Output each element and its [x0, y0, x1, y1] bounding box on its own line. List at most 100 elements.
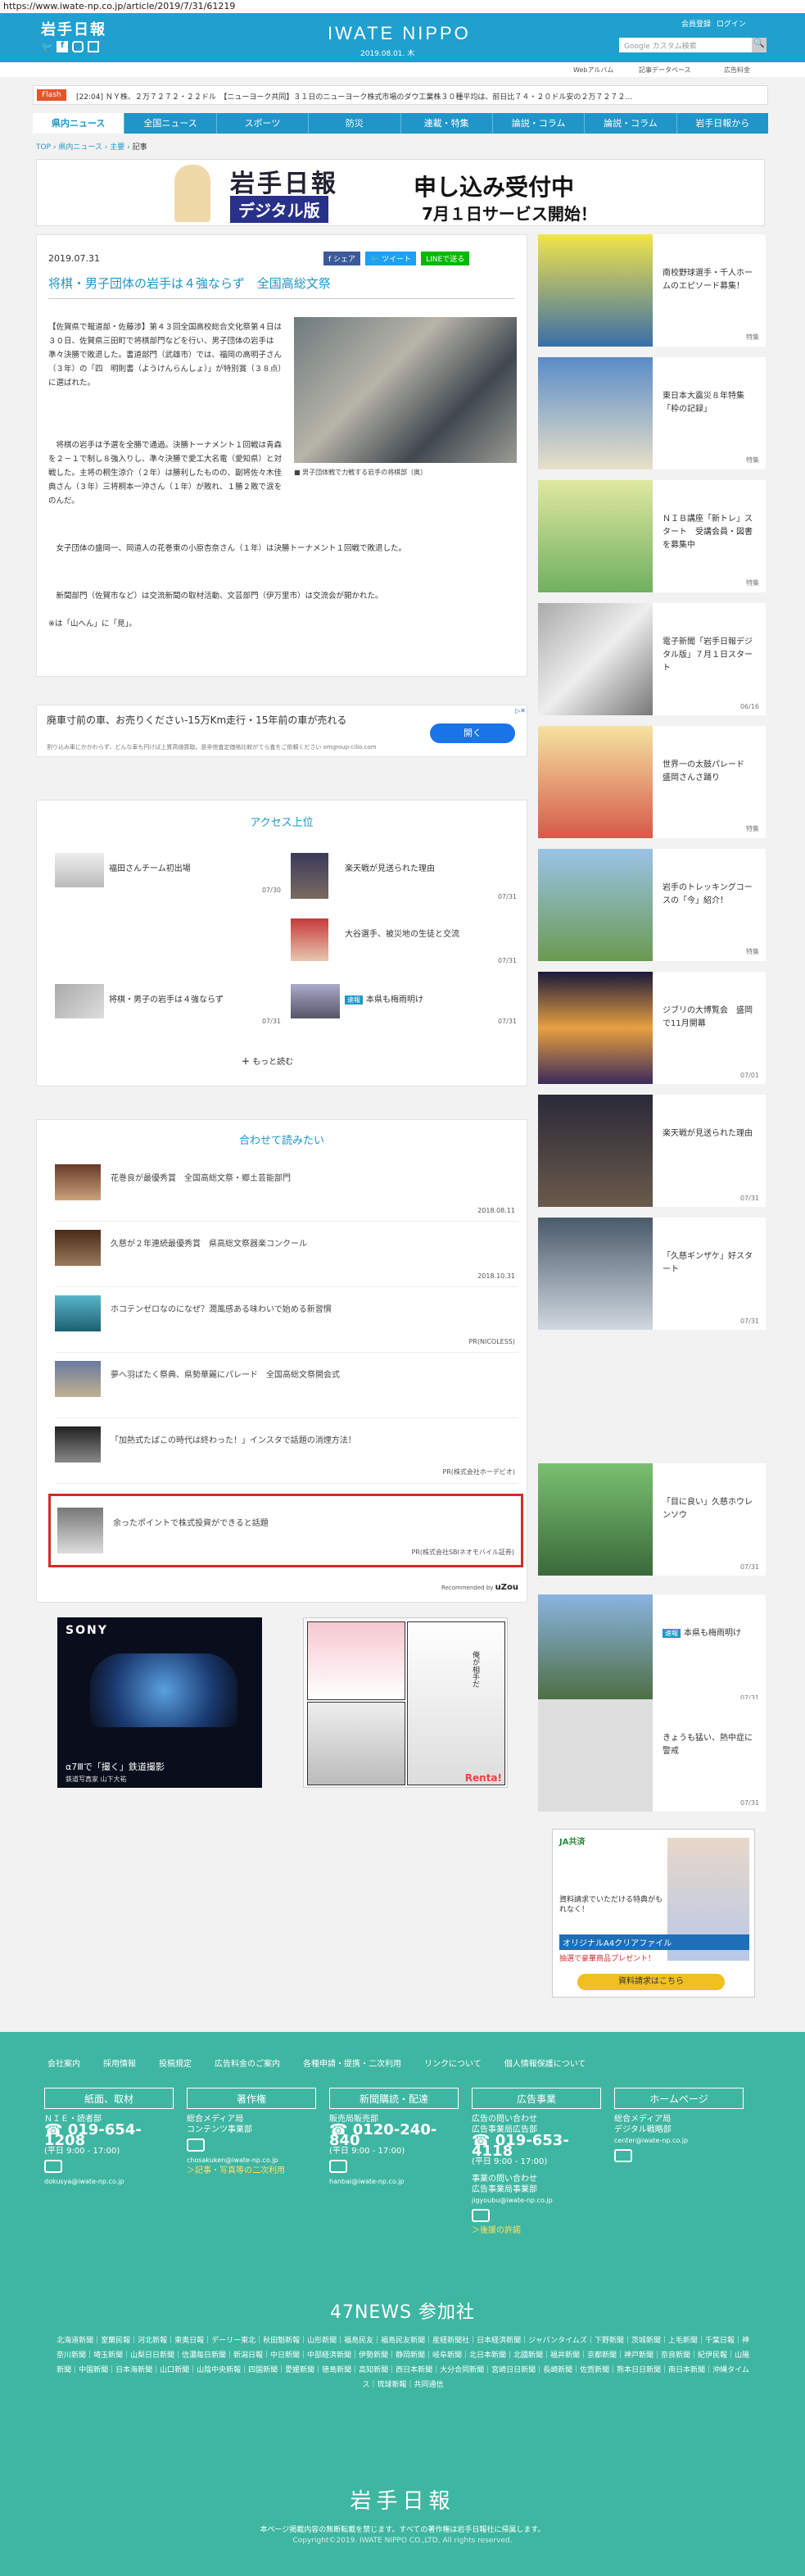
- sidebar-item-title[interactable]: 岩手のトレッキングコースの「今」紹介！: [663, 882, 759, 908]
- sidebar-item-title[interactable]: 「久慈ギンザケ」好スタート: [663, 1250, 759, 1277]
- nav-column[interactable]: 論説・コラム: [493, 113, 586, 134]
- ranking-item-title[interactable]: 速報 本県も梅雨明け: [345, 992, 518, 1005]
- ranking-item-title[interactable]: 楽天戦が見送られた理由: [345, 861, 518, 873]
- manga-ad[interactable]: 俺が相手だ Renta!: [303, 1617, 508, 1788]
- ad-title[interactable]: 廃車寸前の車、お売りください‐15万Km走行・15年前の車が売れる: [47, 714, 391, 727]
- sidebar-item-title[interactable]: 楽天戦が見送られた理由: [663, 1127, 759, 1141]
- footer-sublink[interactable]: ＞記事・写真等の二次利用: [187, 2166, 316, 2176]
- sidebar-item-title[interactable]: 世界一の太鼓パレード 盛岡さんさ踊り: [663, 759, 759, 785]
- sidebar-item[interactable]: 世界一の太鼓パレード 盛岡さんさ踊り 特集: [538, 726, 766, 838]
- ad-choice-icon[interactable]: ▷✕: [515, 707, 526, 714]
- ranking-item[interactable]: 大谷選手、被災地の生徒と交流 07/31: [291, 918, 520, 964]
- digital-edition-banner[interactable]: 岩手日報 デジタル版 申し込み受付中 7月１日サービス開始！: [36, 159, 765, 226]
- recommend-item[interactable]: ホコテンゼロなのになぜ？潤風感ある味わいで始める新習慣 PR(NICOLESS): [55, 1292, 518, 1353]
- facebook-share-button[interactable]: f シェア: [323, 252, 361, 265]
- mail-icon[interactable]: [187, 2138, 205, 2152]
- sidebar-item-title[interactable]: 南校野球選手・千人ホームのエピソード募集！: [663, 267, 759, 293]
- mail-icon[interactable]: [614, 2149, 632, 2162]
- text-ad[interactable]: 廃車寸前の車、お売りください‐15万Km走行・15年前の車が売れる 割り込み車に…: [36, 705, 527, 757]
- footer-email[interactable]: jigyoubu@iwate-np.co.jp: [472, 2195, 601, 2206]
- facebook-icon[interactable]: f: [57, 41, 68, 52]
- footer-link[interactable]: 個人情報保護について: [504, 2057, 586, 2069]
- search-button[interactable]: 🔍: [752, 38, 767, 52]
- footer-link[interactable]: 会社案内: [47, 2057, 80, 2069]
- mail-icon[interactable]: [44, 2160, 62, 2173]
- ja-kyosai-ad[interactable]: JA共済 資料請求でいただける特典がもれなく！ オリジナルA4クリアファイル 抽…: [552, 1829, 755, 1998]
- article-photo[interactable]: [294, 317, 517, 463]
- recommend-item[interactable]: 久慈が２年連続最優秀賞 県高総文祭器楽コンクール 2018.10.31: [55, 1227, 518, 1287]
- sidebar-item-title[interactable]: ジブリの大博覧会 盛岡で11月開幕: [663, 1005, 759, 1031]
- sidebar-item[interactable]: 楽天戦が見送られた理由 07/31: [538, 1095, 766, 1207]
- site-logo[interactable]: 岩手日報: [41, 18, 106, 39]
- url-bar[interactable]: https://www.iwate-np.co.jp/article/2019/…: [0, 0, 805, 13]
- subnav-ad-rates[interactable]: 広告料金: [724, 66, 750, 75]
- sidebar-item[interactable]: 東日本大震災８年特集「枠の記録」 特集: [538, 357, 766, 469]
- sidebar-item[interactable]: ＮＩＢ講座「新トレ」スタート 受講会員・図書を募集中 特集: [538, 480, 766, 592]
- ad-open-button[interactable]: 開く: [430, 723, 515, 743]
- ja-cta-button[interactable]: 資料請求はこちら: [577, 1974, 725, 1990]
- app-icon[interactable]: [88, 41, 99, 52]
- ranking-item-title[interactable]: 福田さんチーム初出場: [109, 861, 283, 873]
- nav-national-news[interactable]: 全国ニュース: [124, 113, 217, 134]
- twitter-icon[interactable]: 🐦: [41, 41, 53, 52]
- ranking-item[interactable]: 福田さんチーム初出場 07/30: [55, 853, 284, 894]
- mail-icon[interactable]: [472, 2209, 490, 2222]
- recommend-item-title[interactable]: ホコテンゼロなのになぜ？潤風感ある味わいで始める新習慣: [111, 1302, 332, 1314]
- recommend-item[interactable]: 花巻良が最優秀賞 全国高総文祭・郷土芸能部門 2018.08.11: [55, 1161, 518, 1222]
- recommend-item-title[interactable]: 久慈が２年連続最優秀賞 県高総文祭器楽コンクール: [111, 1236, 307, 1249]
- nav-outing[interactable]: 論説・コラム: [585, 113, 677, 134]
- footer-link[interactable]: 採用情報: [103, 2057, 136, 2069]
- read-more-link[interactable]: ＋ もっと読む: [242, 1054, 293, 1067]
- sidebar-item-title[interactable]: 「目に良い」久慈ホウレンソウ: [663, 1496, 759, 1522]
- sidebar-item[interactable]: 「久慈ギンザケ」好スタート 07/31: [538, 1218, 766, 1330]
- sidebar-item-title[interactable]: 電子新聞「岩手日報デジタル版」７月１日スタート: [663, 636, 759, 675]
- footer-link[interactable]: 広告料金のご案内: [215, 2057, 280, 2069]
- sidebar-item[interactable]: 速報 本県も梅雨明け 07/31: [538, 1594, 766, 1707]
- nav-sports[interactable]: スポーツ: [217, 113, 310, 134]
- ranking-item[interactable]: 楽天戦が見送られた理由 07/31: [291, 853, 520, 900]
- sidebar-item-title[interactable]: きょうも猛い、熱中症に警戒: [663, 1732, 759, 1758]
- footer-phone[interactable]: ☎ 019-653-4118: [472, 2134, 601, 2159]
- footer-phone[interactable]: ☎ 0120-240-840: [329, 2123, 459, 2148]
- news47-paper-links[interactable]: 北海道新聞｜室蘭民報｜河北新報｜東奥日報｜デーリー東北｜秋田魁新報｜山形新聞｜福…: [56, 2333, 750, 2392]
- recommend-item-title[interactable]: 花巻良が最優秀賞 全国高総文祭・郷土芸能部門: [111, 1171, 291, 1183]
- footer-email[interactable]: center@iwate-np.co.jp: [614, 2135, 744, 2146]
- nav-from-nippo[interactable]: 岩手日報から: [677, 113, 768, 134]
- sidebar-item[interactable]: 電子新聞「岩手日報デジタル版」７月１日スタート 06/16: [538, 603, 766, 715]
- crumb-top[interactable]: TOP: [36, 143, 51, 152]
- sidebar-item[interactable]: ジブリの大博覧会 盛岡で11月開幕 07/01: [538, 972, 766, 1084]
- footer-email[interactable]: hanbai@iwate-np.co.jp: [329, 2176, 459, 2187]
- line-share-button[interactable]: LINEで送る: [421, 252, 470, 265]
- nav-local-news[interactable]: 県内ニュース: [33, 113, 125, 134]
- subnav-database[interactable]: 記事データベース: [639, 66, 691, 75]
- highlighted-recommend-item[interactable]: 余ったポイントで株式投資ができると話題 PR(株式会社SBIネオモバイル証券): [48, 1494, 523, 1567]
- flash-ticker[interactable]: Flash [22:04] ＮＹ株、２万７２７２・２２ドル 【ニューヨーク共同】…: [33, 85, 768, 105]
- footer-phone[interactable]: ☎ 019-654-1208: [44, 2123, 174, 2148]
- sidebar-item[interactable]: 南校野球選手・千人ホームのエピソード募集！ 特集: [538, 234, 766, 347]
- sidebar-item-title[interactable]: ＮＩＢ講座「新トレ」スタート 受講会員・図書を募集中: [663, 513, 759, 552]
- footer-email[interactable]: chosakuken@iwate-np.co.jp: [187, 2155, 316, 2166]
- footer-sublink[interactable]: ＞後援の許諾: [472, 2225, 601, 2236]
- sidebar-item[interactable]: 「目に良い」久慈ホウレンソウ 07/31: [538, 1463, 766, 1576]
- footer-link[interactable]: 投稿規定: [159, 2057, 192, 2069]
- footer-logo[interactable]: 岩手日報: [0, 2484, 805, 2515]
- footer-link[interactable]: リンクについて: [424, 2057, 482, 2069]
- ranking-item-title[interactable]: 大谷選手、被災地の生徒と交流: [345, 927, 518, 939]
- sidebar-item[interactable]: きょうも猛い、熱中症に警戒 07/31: [538, 1699, 766, 1812]
- recommend-powered[interactable]: Recommended by uZou: [441, 1583, 518, 1592]
- sidebar-item-title[interactable]: 速報 本県も梅雨明け: [663, 1627, 759, 1640]
- crumb-main[interactable]: 主要: [110, 143, 124, 152]
- ranking-item[interactable]: 速報 本県も梅雨明け 07/31: [291, 984, 520, 1025]
- twitter-share-button[interactable]: 🐦 ツイート: [365, 252, 417, 265]
- nav-series[interactable]: 連載・特集: [401, 113, 493, 134]
- recommend-item-title[interactable]: 余ったポイントで株式投資ができると話題: [113, 1516, 269, 1528]
- recommend-item-title[interactable]: 「加熱式たばこの時代は終わった！」インスタで話題の消煙方法！: [111, 1433, 356, 1445]
- ranking-item-title[interactable]: 将棋・男子の岩手は４強ならず: [109, 992, 283, 1005]
- footer-email[interactable]: dokusya@iwate-np.co.jp: [44, 2176, 174, 2187]
- nav-disaster[interactable]: 防災: [309, 113, 401, 134]
- crumb-local[interactable]: 県内ニュース: [58, 143, 102, 152]
- recommend-item[interactable]: 「加熱式たばこの時代は終わった！」インスタで話題の消煙方法！ PR(株式会社ホー…: [55, 1423, 518, 1484]
- sidebar-item[interactable]: 岩手のトレッキングコースの「今」紹介！ 特集: [538, 849, 766, 961]
- instagram-icon[interactable]: [72, 41, 84, 52]
- register-link[interactable]: 会員登録: [681, 20, 711, 29]
